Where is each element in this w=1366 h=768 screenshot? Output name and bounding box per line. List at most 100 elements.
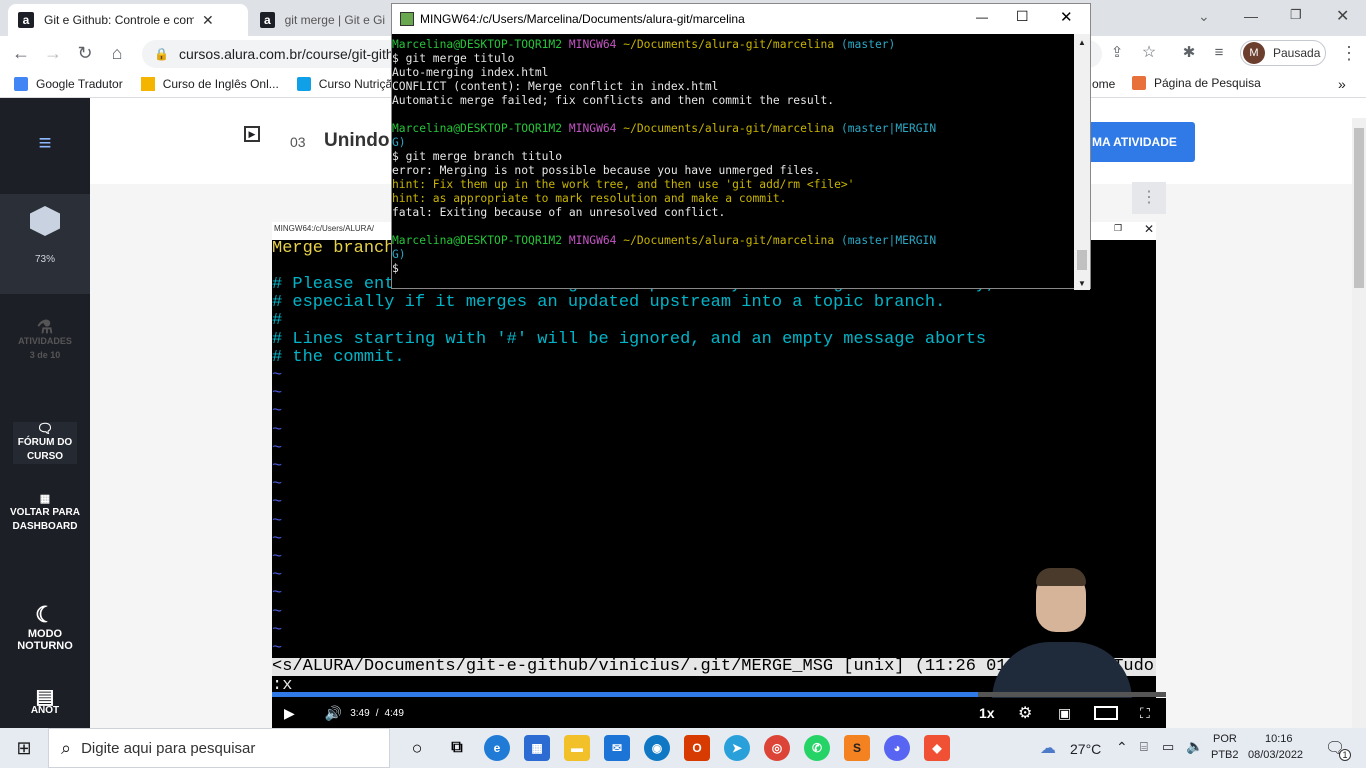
volume-icon[interactable]: 🔊 xyxy=(325,705,342,722)
mail-icon[interactable]: ✉ xyxy=(604,735,630,761)
vim-status-text: <s/ALURA/Documents/git-e-github/vinicius… xyxy=(272,657,1027,676)
bookmark-star-icon[interactable]: ☆ xyxy=(1138,42,1160,64)
course-badge-icon xyxy=(30,206,60,236)
restore-icon: ❐ xyxy=(1114,223,1123,233)
activities-count: 3 de 10 xyxy=(29,350,61,360)
notes-menu[interactable]: ▤ ANOT xyxy=(0,690,90,728)
video-lesson-icon: ▶ xyxy=(244,126,260,142)
skype-like-icon[interactable]: ◉ xyxy=(644,735,670,761)
clock-time[interactable]: 10:16 xyxy=(1265,733,1293,745)
language[interactable]: POR xyxy=(1213,733,1237,745)
whatsapp-icon[interactable]: ✆ xyxy=(804,735,830,761)
scrollbar-thumb[interactable] xyxy=(1354,128,1364,288)
hat-icon xyxy=(140,76,155,91)
reload-icon[interactable]: ↻ xyxy=(74,42,96,64)
terminal-scrollbar[interactable]: ▲ ▼ xyxy=(1074,34,1090,290)
close-window-icon[interactable]: ✕ xyxy=(1336,6,1349,26)
page-scrollbar[interactable] xyxy=(1352,118,1366,728)
task-view-icon[interactable]: ⧉ xyxy=(444,735,470,761)
prompt-line-3: Marcelina@DESKTOP-TOQR1M2 MINGW64 ~/Docu… xyxy=(392,234,937,247)
bookmark-pagina-pesquisa[interactable]: Página de Pesquisa xyxy=(1132,76,1261,90)
bookmark-curso-nutricao[interactable]: Curso Nutriçã xyxy=(296,76,392,91)
settings-gear-icon[interactable]: ⚙ xyxy=(1018,703,1032,723)
collapse-menu-icon[interactable]: ≡ xyxy=(0,132,90,154)
video-progress-track[interactable] xyxy=(272,692,1166,697)
minimize-icon[interactable]: — xyxy=(1244,8,1258,24)
scroll-down-icon[interactable]: ▼ xyxy=(1074,279,1090,288)
branch-wrap: G) xyxy=(392,136,406,149)
dashboard-label: VOLTAR PARA DASHBOARD xyxy=(10,507,80,532)
profile-button[interactable]: M Pausada xyxy=(1240,40,1326,66)
vim-line-6: # the commit. xyxy=(272,348,405,367)
volume-icon[interactable]: 🔈 xyxy=(1186,738,1203,755)
chat-icon: 🗨 xyxy=(36,421,54,436)
more-options-icon[interactable]: ⋮ xyxy=(1132,182,1166,214)
more-bookmarks-icon[interactable]: » xyxy=(1338,76,1346,92)
tab-search-icon[interactable]: ⌄ xyxy=(1198,8,1210,25)
home-icon[interactable]: ⌂ xyxy=(106,42,128,64)
terminal-window[interactable]: MINGW64:/c/Users/Marcelina/Documents/alu… xyxy=(391,3,1091,290)
keyboard-layout[interactable]: PTB2 xyxy=(1211,749,1239,761)
dashboard-menu[interactable]: ▦ VOLTAR PARA DASHBOARD xyxy=(0,492,90,534)
video-player[interactable]: Merge branch # Please enter a commit mes… xyxy=(272,239,1166,728)
tab-label: Git e Github: Controle e compart xyxy=(44,13,194,27)
night-mode-toggle[interactable]: ☾ MODO NOTURNO xyxy=(0,602,90,652)
fullscreen-icon[interactable]: ⛶ xyxy=(1140,705,1150,722)
terminal-output[interactable]: Marcelina@DESKTOP-TOQR1M2 MINGW64 ~/Docu… xyxy=(392,38,1074,288)
reading-list-icon[interactable]: ≡ xyxy=(1208,42,1230,64)
office-icon[interactable]: O xyxy=(684,735,710,761)
show-hidden-icons[interactable]: ⌃ xyxy=(1116,739,1128,756)
theater-mode-icon[interactable] xyxy=(1094,706,1118,720)
menu-icon[interactable]: ⋮ xyxy=(1338,42,1360,64)
output-line: Auto-merging index.html xyxy=(392,66,549,79)
lesson-number: 03 xyxy=(290,134,306,150)
git-icon[interactable]: ◆ xyxy=(924,735,950,761)
scroll-up-icon[interactable]: ▲ xyxy=(1074,38,1090,47)
telegram-icon[interactable]: ➤ xyxy=(724,735,750,761)
bookmark-label: ome xyxy=(1092,77,1116,91)
url-text: cursos.alura.com.br/course/git-gith xyxy=(178,46,394,62)
play-icon[interactable]: ▶ xyxy=(284,705,295,722)
weather-icon[interactable]: ☁ xyxy=(1040,738,1056,758)
tab-active[interactable]: a Git e Github: Controle e compart ✕ xyxy=(8,4,248,36)
file-explorer-icon[interactable]: ▬ xyxy=(564,735,590,761)
taskbar-search-box[interactable]: ⌕ Digite aqui para pesquisar xyxy=(48,728,390,768)
activities-menu[interactable]: ⚗ ATIVIDADES 3 de 10 xyxy=(0,318,90,362)
notes-label: ANOT xyxy=(30,705,60,716)
cortana-icon[interactable]: ○ xyxy=(404,735,430,761)
playback-speed[interactable]: 1x xyxy=(979,705,995,721)
close-icon[interactable]: ✕ xyxy=(202,12,214,29)
picture-in-picture-icon[interactable]: ▣ xyxy=(1058,705,1071,722)
minimize-icon[interactable]: — xyxy=(976,10,988,24)
tab-inactive[interactable]: a git merge | Git e Gith xyxy=(250,4,395,36)
night-mode-label: MODO NOTURNO xyxy=(17,628,73,652)
clock-date[interactable]: 08/03/2022 xyxy=(1248,749,1303,761)
bookmark-google-tradutor[interactable]: Google Tradutor xyxy=(14,76,123,91)
edge-icon[interactable]: e xyxy=(484,735,510,761)
grid-icon: ▦ xyxy=(39,493,51,505)
forum-menu[interactable]: 🗨 FÓRUM DO CURSO xyxy=(13,422,77,464)
forward-icon[interactable]: → xyxy=(42,42,64,64)
maximize-icon[interactable]: ☐ xyxy=(1016,8,1029,25)
windows-start-icon[interactable]: ⊞ xyxy=(0,738,48,759)
video-window-title: MINGW64:/c/Users/ALURA/ xyxy=(274,224,375,233)
sublime-icon[interactable]: S xyxy=(844,735,870,761)
back-icon[interactable]: ← xyxy=(10,42,32,64)
display-icon[interactable]: ▭ xyxy=(1162,739,1174,755)
share-icon[interactable]: ⇪ xyxy=(1106,42,1128,64)
prompt-line-2: Marcelina@DESKTOP-TOQR1M2 MINGW64 ~/Docu… xyxy=(392,122,937,135)
scrollbar-thumb[interactable] xyxy=(1077,250,1087,270)
terminal-titlebar[interactable]: MINGW64:/c/Users/Marcelina/Documents/alu… xyxy=(392,4,1090,34)
network-icon[interactable]: ⌸ xyxy=(1140,739,1148,755)
restore-icon[interactable]: ❐ xyxy=(1290,7,1302,23)
store-icon[interactable]: ▦ xyxy=(524,735,550,761)
bookmark-curso-ingles[interactable]: Curso de Inglês Onl... xyxy=(140,76,279,91)
close-icon[interactable]: ✕ xyxy=(1060,8,1073,26)
search-engine-icon xyxy=(1132,76,1146,90)
next-activity-button[interactable]: MA ATIVIDADE xyxy=(1080,122,1195,162)
bookmark-home[interactable]: ome xyxy=(1092,77,1115,91)
extensions-icon[interactable]: ✱ xyxy=(1178,42,1200,64)
discord-icon[interactable]: ◕ xyxy=(884,735,910,761)
chrome-icon[interactable]: ◎ xyxy=(764,735,790,761)
command-1: $ git merge titulo xyxy=(392,52,515,65)
